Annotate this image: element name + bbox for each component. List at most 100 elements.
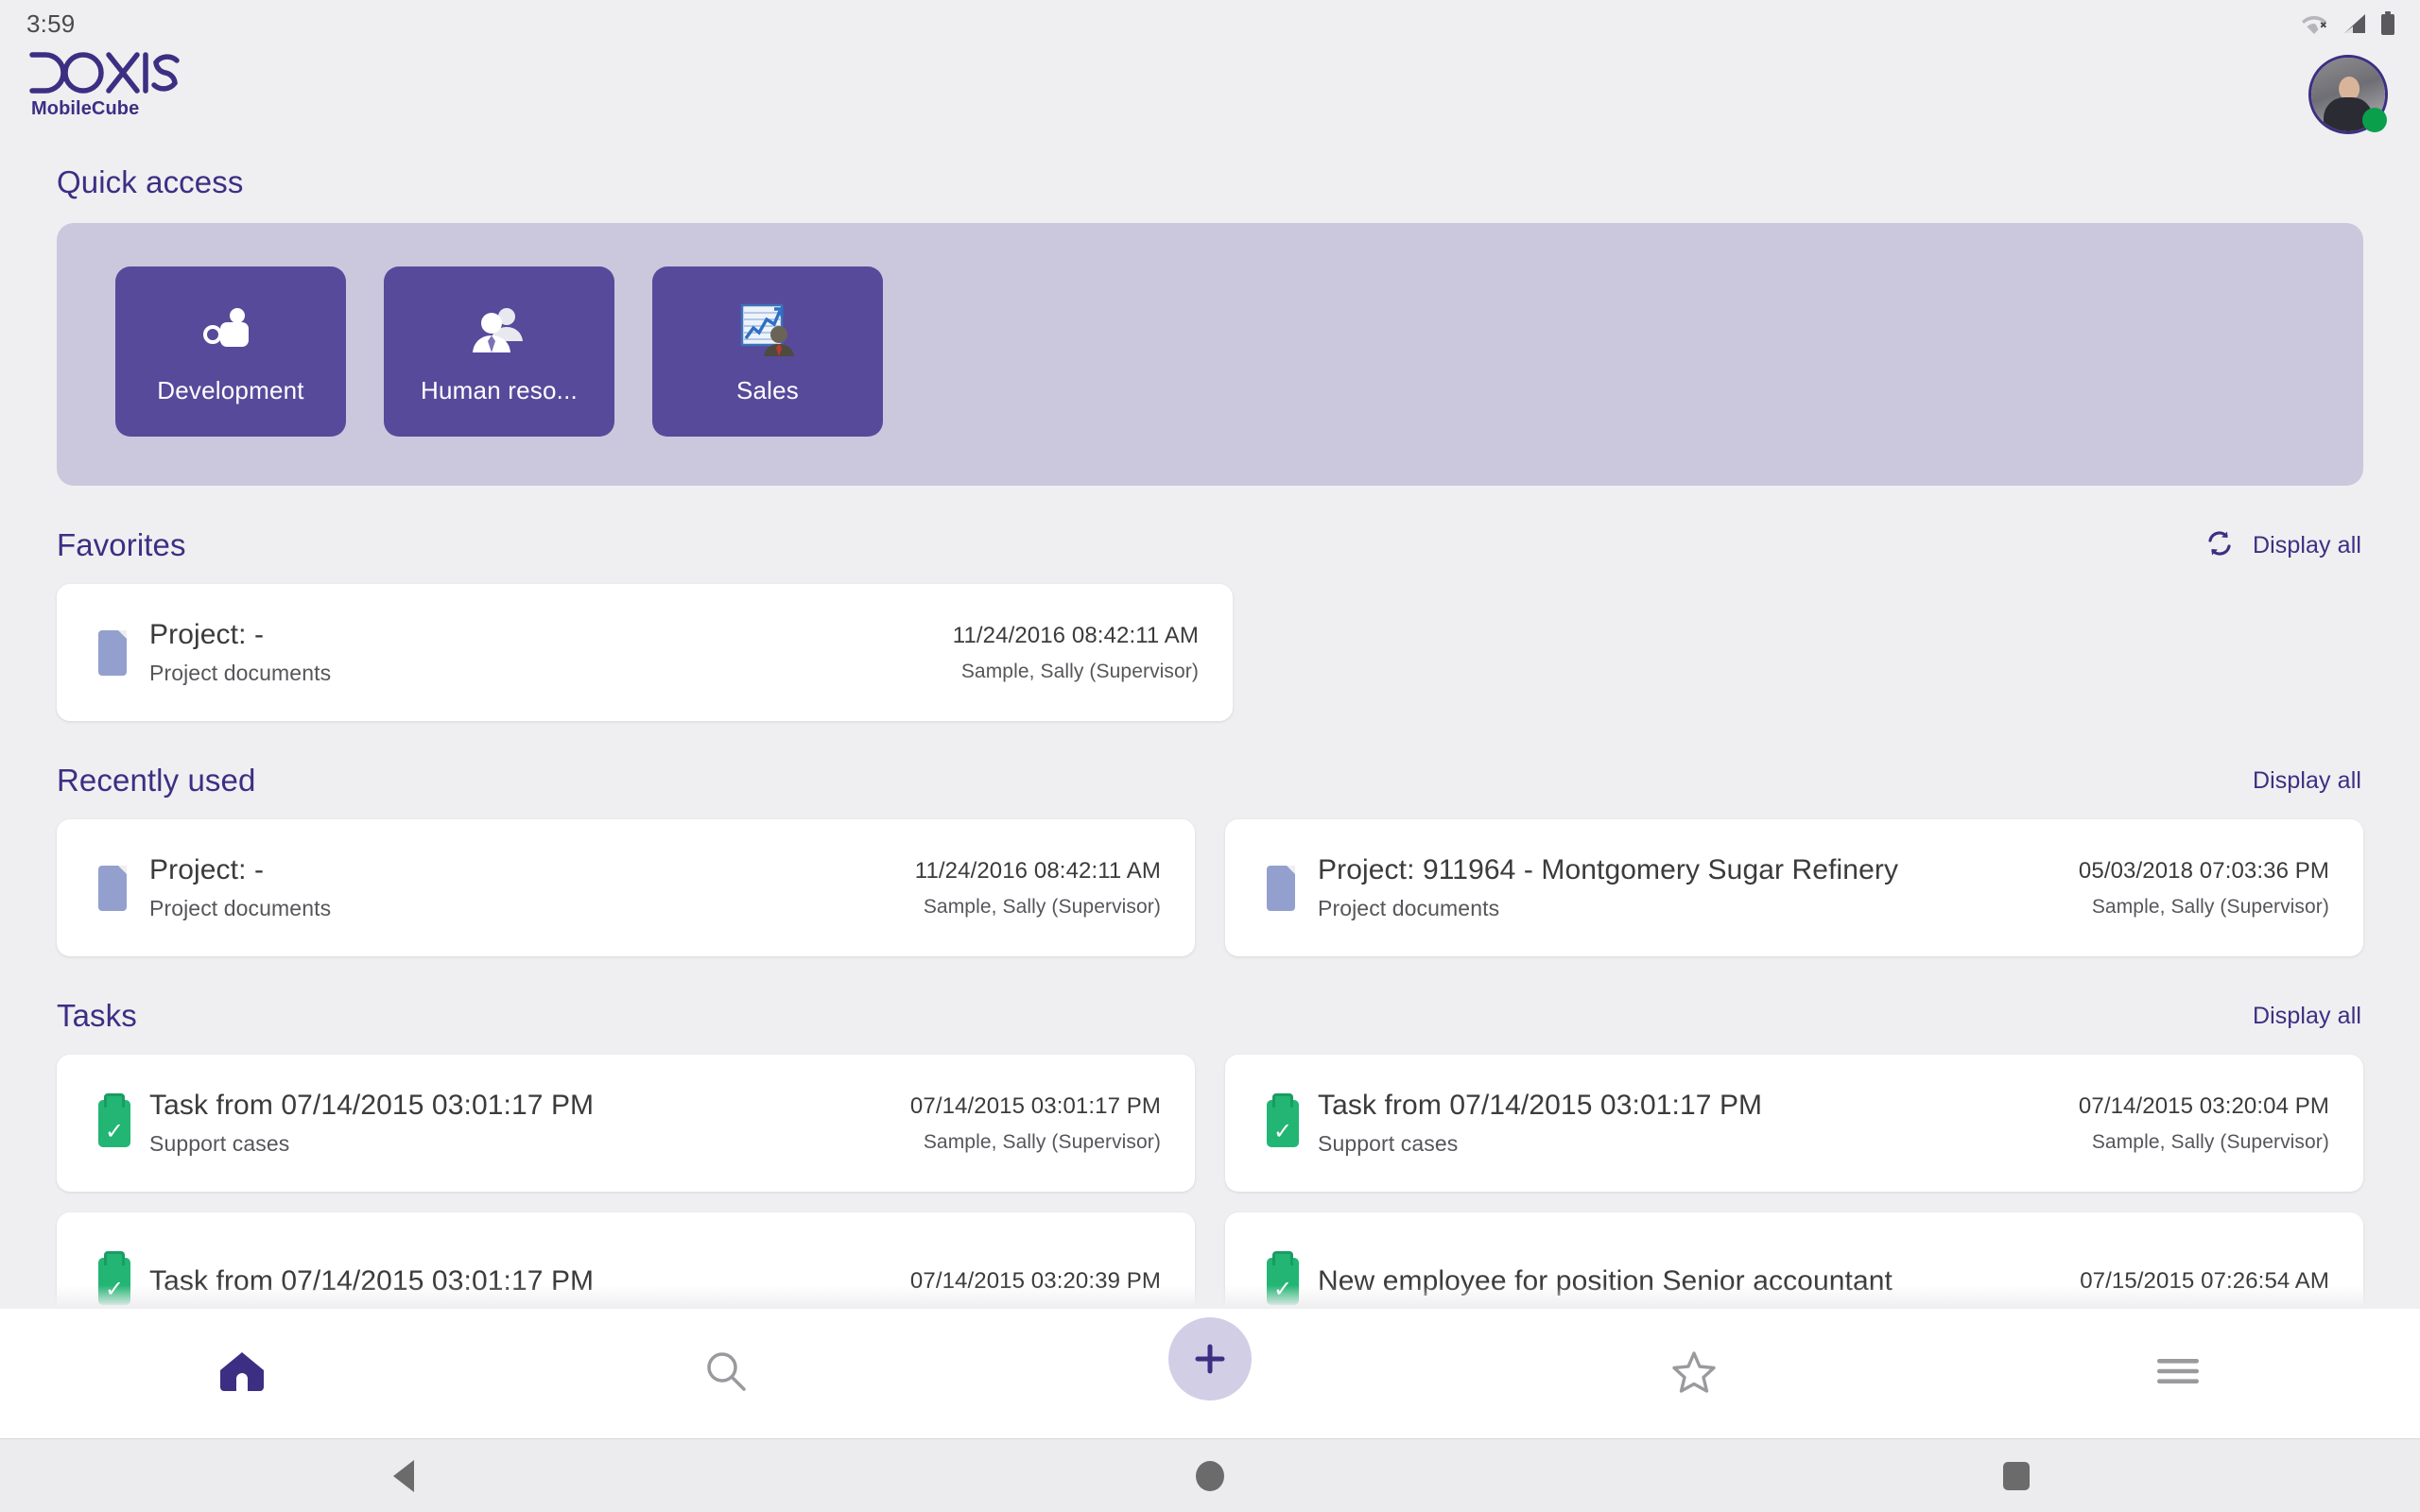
plus-icon	[1195, 1344, 1225, 1373]
item-title: Task from 07/14/2015 03:01:17 PM	[149, 1090, 595, 1121]
refresh-icon[interactable]	[2204, 529, 2236, 562]
favorites-actions: Display all	[2204, 529, 2361, 562]
item-title: Project: -	[149, 619, 265, 650]
favorites-list: Project: - Project documents 11/24/2016 …	[57, 584, 2363, 721]
task-icon: ✓	[1267, 1257, 1318, 1305]
add-button[interactable]	[1168, 1316, 1252, 1400]
avatar[interactable]	[2308, 55, 2388, 134]
quick-access-tile-sales[interactable]: Sales	[652, 266, 883, 437]
recently-used-header: Recently used Display all	[57, 763, 2363, 799]
quick-access-panel: Development Human reso... Sales	[57, 223, 2363, 486]
list-item[interactable]: Project: 911964 - Montgomery Sugar Refin…	[1225, 819, 2363, 956]
item-date: 07/14/2015 03:20:39 PM	[909, 1267, 1161, 1294]
star-outline-icon	[1671, 1349, 1717, 1398]
quick-access-title: Quick access	[57, 164, 244, 199]
task-icon: ✓	[1267, 1099, 1318, 1147]
recently-used-display-all[interactable]: Display all	[2253, 767, 2361, 795]
favorites-header: Favorites Display all	[57, 527, 2363, 563]
check-icon: ✓	[104, 1117, 125, 1144]
document-icon	[98, 629, 149, 676]
presence-indicator	[2362, 108, 2387, 132]
favorites-title: Favorites	[57, 527, 186, 562]
app-header: MobileCube	[0, 47, 2420, 142]
cellular-signal-icon	[2342, 12, 2367, 35]
document-icon	[1267, 865, 1318, 911]
check-icon: ✓	[1272, 1117, 1293, 1144]
item-title: Project: -	[149, 854, 265, 885]
doxis-wordmark-icon	[29, 52, 180, 94]
item-subtitle: Support cases	[149, 1131, 290, 1156]
item-date: 11/24/2016 08:42:11 AM	[952, 622, 1199, 648]
item-subtitle: Project documents	[1318, 896, 1500, 920]
people-icon	[468, 299, 530, 361]
battery-icon	[2380, 11, 2395, 36]
list-item[interactable]: ✓ Task from 07/14/2015 03:01:17 PM Suppo…	[57, 1055, 1195, 1192]
status-time: 3:59	[26, 9, 76, 38]
back-triangle-icon	[392, 1459, 414, 1492]
nav-item-search[interactable]	[484, 1309, 968, 1438]
nav-item-favorites[interactable]	[1452, 1309, 1936, 1438]
list-item[interactable]: Project: - Project documents 11/24/2016 …	[57, 584, 1233, 721]
logo-subtitle: MobileCube	[31, 98, 140, 119]
nav-item-menu[interactable]	[1936, 1309, 2420, 1438]
item-owner: Sample, Sally (Supervisor)	[2091, 1130, 2329, 1153]
hamburger-menu-icon	[2155, 1356, 2201, 1391]
tasks-actions: Display all	[2253, 1003, 2361, 1030]
item-subtitle: Project documents	[149, 896, 332, 920]
chart-person-icon	[738, 299, 797, 361]
item-subtitle: Support cases	[1318, 1131, 1459, 1156]
bottom-navigation-bar	[0, 1308, 2420, 1438]
status-bar: 3:59	[0, 0, 2420, 47]
item-title: Task from 07/14/2015 03:01:17 PM	[1318, 1090, 1763, 1121]
item-owner: Sample, Sally (Supervisor)	[960, 660, 1199, 682]
item-subtitle: Project documents	[149, 661, 332, 685]
task-icon: ✓	[98, 1099, 149, 1147]
recents-square-icon	[2003, 1461, 2031, 1490]
tasks-title: Tasks	[57, 998, 137, 1033]
item-title: Project: 911964 - Montgomery Sugar Refin…	[1318, 854, 1899, 885]
recently-used-title: Recently used	[57, 763, 256, 798]
item-date: 11/24/2016 08:42:11 AM	[914, 857, 1161, 884]
system-recents-button[interactable]	[1614, 1461, 2420, 1490]
item-owner: Sample, Sally (Supervisor)	[923, 1130, 1161, 1153]
wifi-off-icon	[2301, 12, 2329, 35]
tasks-display-all[interactable]: Display all	[2253, 1003, 2361, 1030]
tasks-header: Tasks Display all	[57, 998, 2363, 1034]
recently-used-list: Project: - Project documents 11/24/2016 …	[57, 819, 2363, 956]
item-date: 05/03/2018 07:03:36 PM	[2078, 857, 2329, 884]
item-owner: Sample, Sally (Supervisor)	[2091, 895, 2329, 918]
favorites-display-all[interactable]: Display all	[2253, 532, 2361, 559]
quick-access-tile-label: Sales	[735, 375, 800, 404]
quick-access-tile-development[interactable]: Development	[115, 266, 346, 437]
nav-item-home[interactable]	[0, 1309, 484, 1438]
quick-access-tile-label: Development	[157, 375, 304, 404]
item-title: Task from 07/14/2015 03:01:17 PM	[149, 1264, 595, 1297]
avatar-hair	[2332, 74, 2364, 107]
check-icon: ✓	[104, 1275, 125, 1302]
favorites-empty-slot	[1263, 584, 2363, 721]
list-item[interactable]: Project: - Project documents 11/24/2016 …	[57, 819, 1195, 956]
check-icon: ✓	[1272, 1275, 1293, 1302]
projector-icon	[199, 299, 262, 361]
system-home-button[interactable]	[806, 1460, 1613, 1491]
quick-access-tile-human-resources[interactable]: Human reso...	[384, 266, 614, 437]
document-icon	[98, 865, 149, 911]
nav-item-add[interactable]	[968, 1309, 1452, 1438]
system-navigation-bar	[0, 1438, 2420, 1512]
item-date: 07/14/2015 03:01:17 PM	[909, 1092, 1161, 1119]
item-owner: Sample, Sally (Supervisor)	[923, 895, 1161, 918]
home-circle-icon	[1195, 1460, 1224, 1491]
item-title: New employee for position Senior account…	[1318, 1264, 1893, 1297]
main-content: Quick access Development Human reso... S…	[0, 164, 2420, 1349]
status-icons	[2301, 11, 2395, 36]
tasks-list: ✓ Task from 07/14/2015 03:01:17 PM Suppo…	[57, 1055, 2363, 1192]
home-icon	[218, 1349, 266, 1398]
search-icon	[704, 1349, 748, 1398]
quick-access-tile-label: Human reso...	[421, 375, 578, 404]
recently-used-actions: Display all	[2253, 767, 2361, 795]
item-date: 07/14/2015 03:20:04 PM	[2078, 1092, 2329, 1119]
list-item[interactable]: ✓ Task from 07/14/2015 03:01:17 PM Suppo…	[1225, 1055, 2363, 1192]
item-date: 07/15/2015 07:26:54 AM	[2080, 1267, 2329, 1294]
system-back-button[interactable]	[0, 1459, 806, 1492]
app-logo: MobileCube	[28, 47, 182, 120]
